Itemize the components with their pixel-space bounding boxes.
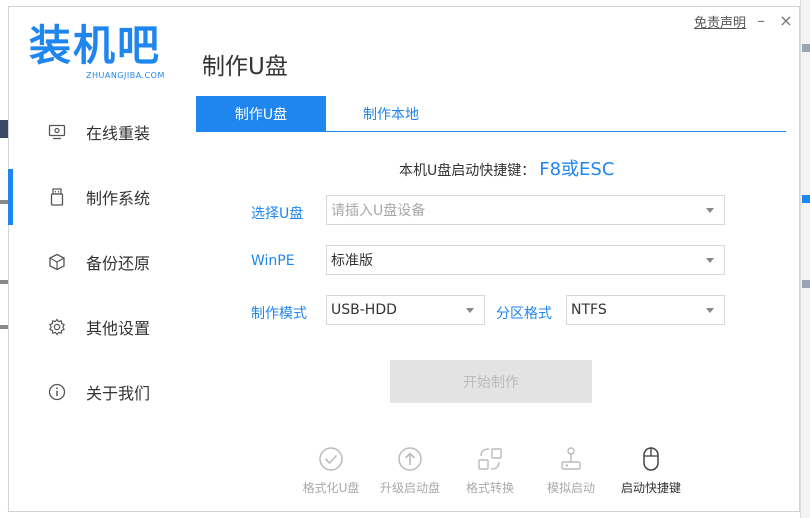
usb-select-label: 选择U盘	[251, 206, 304, 222]
tool-format-convert[interactable]: 格式转换	[450, 447, 530, 496]
tool-simulate-boot[interactable]: 模拟启动	[531, 447, 611, 496]
sidebar-item-other-settings[interactable]: 其他设置	[9, 299, 179, 355]
sidebar-item-about-us[interactable]: 关于我们	[9, 364, 179, 420]
partition-select[interactable]: NTFS	[566, 295, 725, 325]
tool-label: 格式转换	[465, 481, 514, 495]
tool-label: 升级启动盘	[379, 481, 440, 495]
disclaimer-link[interactable]: 免责声明	[694, 12, 746, 31]
usb-select-placeholder: 请插入U盘设备	[331, 203, 426, 219]
tab-make-usb[interactable]: 制作U盘	[196, 96, 326, 131]
tab-bar: 制作U盘 制作本地	[196, 96, 786, 132]
hotkey-keys: F8或ESC	[539, 159, 615, 180]
partition-label: 分区格式	[496, 306, 552, 322]
info-icon	[47, 382, 67, 402]
arrow-up-circle-icon	[397, 446, 423, 476]
gear-icon	[47, 317, 67, 337]
winpe-label: WinPE	[251, 253, 295, 269]
page-title: 制作U盘	[202, 54, 288, 80]
mode-value: USB-HDD	[331, 302, 397, 318]
sidebar-item-label: 关于我们	[86, 384, 151, 403]
app-window: 装机吧 ZHUANGJIBA.COM 制作U盘 免责声明 – × 在线重装 制作…	[8, 6, 800, 512]
winpe-value: 标准版	[331, 253, 373, 269]
close-button[interactable]: ×	[776, 11, 796, 31]
joystick-icon	[558, 446, 584, 476]
sidebar-item-label: 其他设置	[86, 319, 151, 338]
background-window-edge-left	[0, 110, 8, 450]
hotkey-hint: 本机U盘启动快捷键： F8或ESC	[399, 155, 614, 181]
screen: 装机吧 ZHUANGJIBA.COM 制作U盘 免责声明 – × 在线重装 制作…	[0, 0, 810, 518]
tool-format-usb[interactable]: 格式化U盘	[291, 447, 371, 496]
sidebar-item-label: 制作系统	[86, 189, 151, 208]
logo-subtext: ZHUANGJIBA.COM	[86, 71, 165, 80]
chevron-down-icon	[706, 308, 714, 313]
hotkey-label: 本机U盘启动快捷键：	[399, 163, 536, 179]
tool-label: 启动快捷键	[620, 481, 681, 495]
chevron-down-icon	[706, 258, 714, 263]
chevron-down-icon	[466, 308, 474, 313]
sidebar-item-label: 备份还原	[86, 254, 151, 273]
tool-label: 模拟启动	[546, 481, 595, 495]
logo-text: 装机吧	[29, 21, 162, 70]
mode-label: 制作模式	[251, 306, 307, 322]
mouse-icon	[640, 446, 662, 476]
partition-value: NTFS	[571, 302, 607, 318]
usb-drive-icon	[47, 187, 67, 207]
backup-cube-icon	[47, 252, 67, 272]
check-circle-icon	[318, 446, 344, 476]
active-indicator	[8, 169, 13, 225]
convert-icon	[477, 446, 503, 476]
usb-device-select[interactable]: 请插入U盘设备	[326, 195, 725, 225]
sidebar-item-backup-restore[interactable]: 备份还原	[9, 234, 179, 290]
tool-upgrade-boot-disk[interactable]: 升级启动盘	[370, 447, 450, 496]
mode-select[interactable]: USB-HDD	[326, 295, 485, 325]
minimize-button[interactable]: –	[751, 11, 771, 31]
sidebar-item-make-system[interactable]: 制作系统	[8, 169, 179, 225]
tool-label: 格式化U盘	[302, 481, 360, 495]
sidebar-item-label: 在线重装	[86, 124, 151, 143]
background-window-edge	[800, 0, 810, 518]
tool-boot-hotkey[interactable]: 启动快捷键	[611, 447, 691, 496]
app-logo: 装机吧 ZHUANGJIBA.COM	[29, 21, 179, 91]
monitor-icon	[47, 122, 67, 142]
tab-make-local[interactable]: 制作本地	[326, 96, 456, 131]
chevron-down-icon	[706, 208, 714, 213]
sidebar-item-online-install[interactable]: 在线重装	[9, 104, 179, 160]
start-making-button[interactable]: 开始制作	[390, 360, 592, 403]
winpe-select[interactable]: 标准版	[326, 245, 725, 275]
